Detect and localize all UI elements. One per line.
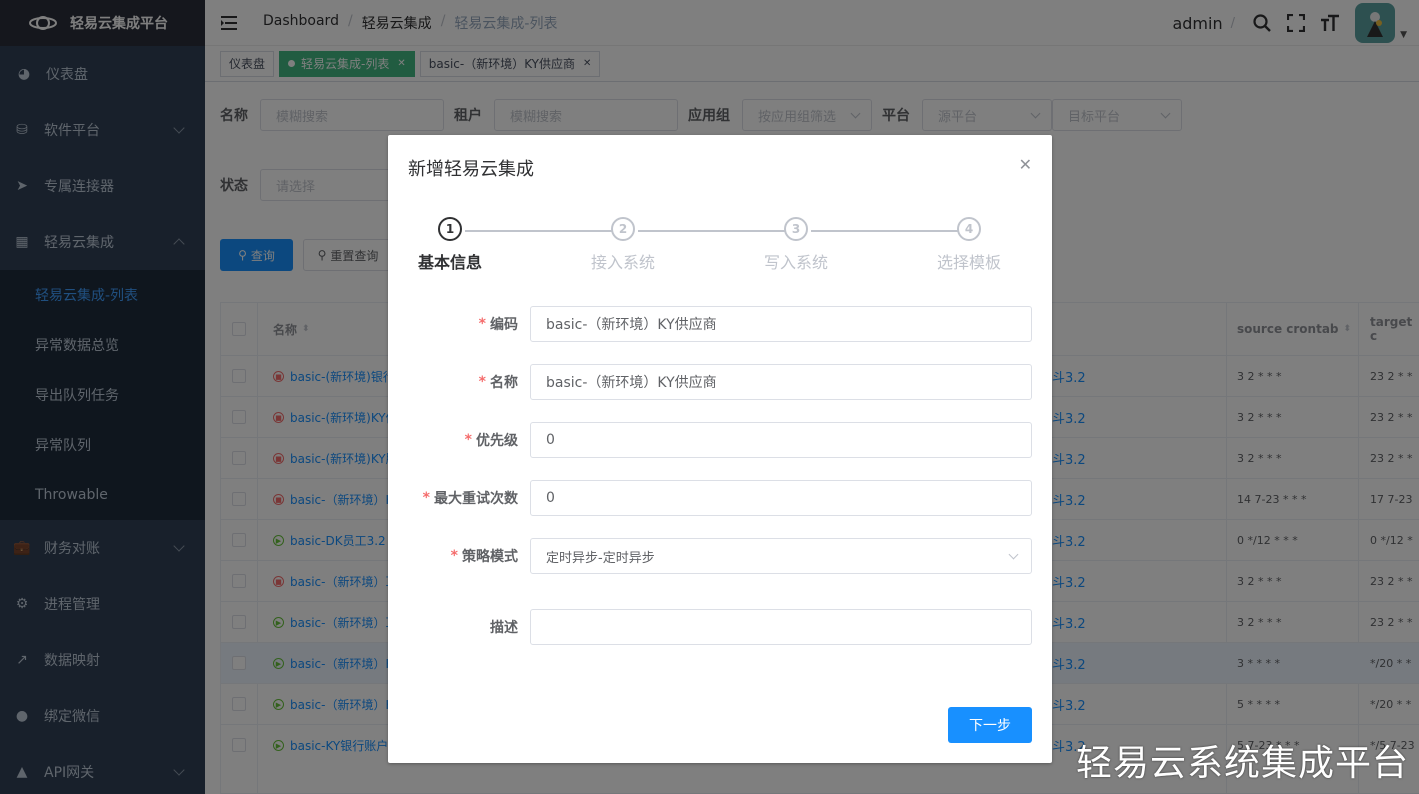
form-item-max-retry: * 最大重试次数 0 bbox=[388, 480, 1052, 516]
max-retry-input[interactable]: 0 bbox=[530, 480, 1032, 516]
step-target-system: 3 写入系统 bbox=[736, 217, 856, 273]
description-label: 描述 bbox=[490, 609, 518, 645]
form-item-name: * 名称 basic-（新环境）KY供应商 bbox=[388, 364, 1052, 400]
step-connector bbox=[638, 230, 796, 232]
name-input[interactable]: basic-（新环境）KY供应商 bbox=[530, 364, 1032, 400]
code-label-text: 编码 bbox=[490, 317, 518, 333]
strategy-label-text: 策略模式 bbox=[462, 549, 518, 565]
step-select-template: 4 选择模板 bbox=[909, 217, 1029, 273]
step-label: 基本信息 bbox=[417, 253, 482, 272]
required-mark: * bbox=[478, 316, 486, 332]
step-label: 接入系统 bbox=[590, 253, 655, 272]
required-mark: * bbox=[478, 374, 486, 390]
form-item-priority: * 优先级 0 bbox=[388, 422, 1052, 458]
description-label-text: 描述 bbox=[490, 620, 518, 636]
steps: 1 基本信息 2 接入系统 3 写入系统 4 选择模板 bbox=[388, 217, 1052, 277]
step-label: 写入系统 bbox=[763, 253, 828, 272]
next-step-button[interactable]: 下一步 bbox=[948, 707, 1032, 743]
required-mark: * bbox=[464, 432, 472, 448]
watermark: 轻易云系统集成平台 bbox=[1075, 743, 1409, 784]
close-icon[interactable]: ✕ bbox=[1019, 155, 1032, 174]
step-connector bbox=[811, 230, 969, 232]
name-label: * 名称 bbox=[479, 364, 518, 400]
create-integration-dialog: 新增轻易云集成 ✕ 1 基本信息 2 接入系统 3 写入系统 4 选择模板 * 编… bbox=[388, 135, 1052, 763]
strategy-value: 定时异步-定时异步 bbox=[546, 550, 655, 566]
dialog-title: 新增轻易云集成 bbox=[408, 159, 534, 180]
step-number: 4 bbox=[957, 217, 981, 241]
step-basic-info: 1 基本信息 bbox=[390, 217, 510, 273]
step-number: 1 bbox=[438, 217, 462, 241]
strategy-label: * 策略模式 bbox=[451, 538, 518, 574]
required-mark: * bbox=[422, 490, 430, 506]
priority-label: * 优先级 bbox=[465, 422, 518, 458]
step-number: 3 bbox=[784, 217, 808, 241]
form-item-strategy: * 策略模式 定时异步-定时异步 bbox=[388, 538, 1052, 574]
strategy-select[interactable]: 定时异步-定时异步 bbox=[530, 538, 1032, 574]
description-input[interactable] bbox=[530, 609, 1032, 645]
max-retry-label-text: 最大重试次数 bbox=[434, 491, 518, 507]
priority-label-text: 优先级 bbox=[476, 433, 518, 449]
max-retry-label: * 最大重试次数 bbox=[423, 480, 518, 516]
step-connector bbox=[465, 230, 623, 232]
code-input[interactable]: basic-（新环境）KY供应商 bbox=[530, 306, 1032, 342]
code-label: * 编码 bbox=[479, 306, 518, 342]
step-label: 选择模板 bbox=[936, 253, 1001, 272]
chevron-down-icon bbox=[1008, 549, 1019, 560]
name-label-text: 名称 bbox=[490, 375, 518, 391]
form-item-description: 描述 bbox=[388, 609, 1052, 645]
required-mark: * bbox=[450, 548, 458, 564]
step-number: 2 bbox=[611, 217, 635, 241]
priority-input[interactable]: 0 bbox=[530, 422, 1032, 458]
form-item-code: * 编码 basic-（新环境）KY供应商 bbox=[388, 306, 1052, 342]
step-source-system: 2 接入系统 bbox=[563, 217, 683, 273]
